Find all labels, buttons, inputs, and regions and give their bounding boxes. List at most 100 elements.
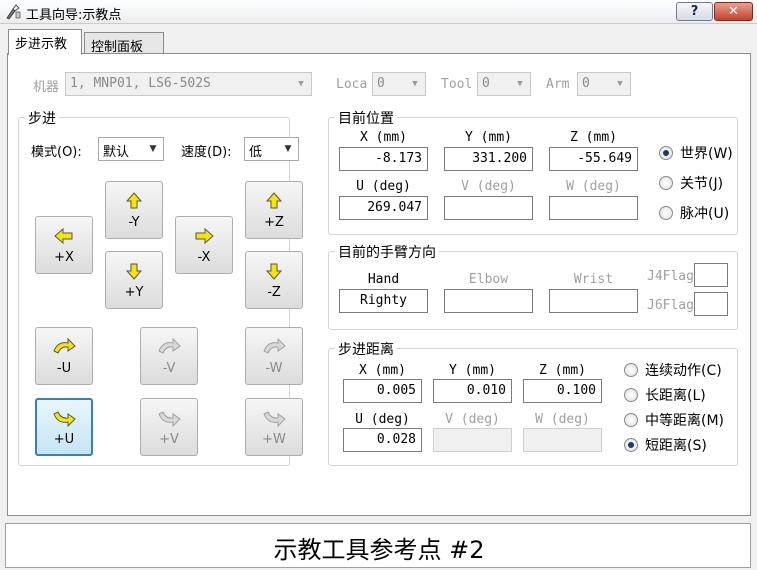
jog-group-title: 步进 (25, 108, 59, 128)
mode-select[interactable]: 默认 ▼ (98, 137, 164, 161)
wrist-label: Wrist (573, 272, 614, 287)
chevron-down-icon: ▼ (284, 144, 292, 154)
tool-wizard-icon (6, 4, 21, 20)
coord-world-radio[interactable]: 世界(W) (659, 143, 733, 163)
coord-joint-radio[interactable]: 关节(J) (659, 173, 723, 193)
radio-selected-icon (624, 438, 638, 452)
j6flag-label: J6Flag (647, 298, 694, 313)
jog-plus-w-button[interactable]: +W (245, 398, 303, 456)
arrow-down-icon (265, 263, 283, 280)
chevron-down-icon: ▼ (298, 79, 304, 89)
speed-label: 速度(D): (181, 145, 232, 160)
arrow-down-icon (125, 263, 143, 280)
robot-label: 机器 (33, 80, 60, 95)
distance-continuous-radio[interactable]: 连续动作(C) (624, 360, 722, 380)
rotate-arrow-icon (263, 410, 286, 427)
pos-y-label: Y (mm) (465, 130, 512, 145)
dist-y-input[interactable]: 0.010 (433, 379, 512, 403)
j4flag-label: J4Flag (647, 269, 694, 284)
tab-panel: 机器 1, MNP01, LS6-502S ▼ Loca 0 ▼ Tool 0 … (7, 53, 751, 516)
help-button[interactable]: ? (676, 2, 713, 21)
current-position-group: 目前位置 X (mm) Y (mm) Z (mm) -8.173 331.200… (328, 108, 738, 235)
robot-select-value: 1, MNP01, LS6-502S (70, 76, 211, 91)
dist-w-input (523, 428, 602, 452)
dist-y-label: Y (mm) (449, 363, 496, 378)
arrow-right-icon (195, 227, 214, 244)
chevron-down-icon: ▼ (149, 144, 157, 154)
radio-selected-icon (659, 146, 673, 160)
jog-minus-y-button[interactable]: -Y (105, 181, 163, 239)
jog-plus-x-button[interactable]: +X (35, 216, 93, 274)
pos-x-label: X (mm) (360, 130, 407, 145)
jog-plus-z-button[interactable]: +Z (245, 181, 303, 239)
rotate-arrow-icon (53, 410, 76, 427)
jog-group: 步进 模式(O): 默认 ▼ 速度(D): 低 ▼ -Y +Z +X -X +Y… (18, 108, 303, 466)
rotate-arrow-icon (158, 337, 181, 354)
pos-w-field (549, 196, 638, 220)
chevron-down-icon: ▼ (617, 79, 623, 89)
tool-select[interactable]: 0 ▼ (477, 72, 531, 96)
jog-plus-u-button[interactable]: +U (35, 398, 93, 456)
distance-medium-radio[interactable]: 中等距离(M) (624, 410, 724, 430)
elbow-label: Elbow (468, 272, 509, 287)
jog-minus-z-button[interactable]: -Z (245, 251, 303, 309)
jog-plus-y-button[interactable]: +Y (105, 251, 163, 309)
dist-w-label: W (deg) (535, 412, 590, 427)
distance-long-radio[interactable]: 长距离(L) (624, 385, 706, 405)
pos-z-field: -55.649 (549, 147, 638, 171)
tool-select-value: 0 (482, 76, 490, 91)
dist-z-input[interactable]: 0.100 (523, 379, 602, 403)
arm-orientation-title: 目前的手臂方向 (335, 242, 439, 262)
dist-v-input (433, 428, 512, 452)
jog-minus-w-button[interactable]: -W (245, 327, 303, 385)
jog-minus-x-button[interactable]: -X (175, 216, 233, 274)
dist-x-input[interactable]: 0.005 (343, 379, 422, 403)
dist-v-label: V (deg) (445, 412, 500, 427)
window-title: 工具向导:示教点 (26, 8, 122, 23)
instruction-panel: 示教工具参考点 #2 (5, 523, 751, 568)
chevron-down-icon: ▼ (412, 79, 418, 89)
hand-label: Hand (367, 272, 400, 287)
local-select-value: 0 (377, 76, 385, 91)
title-bar: 工具向导:示教点 ? ✕ (0, 0, 757, 24)
close-button[interactable]: ✕ (714, 2, 753, 21)
dist-u-input[interactable]: 0.028 (343, 428, 422, 452)
pos-v-field (444, 196, 533, 220)
rotate-arrow-icon (53, 337, 76, 354)
radio-icon (624, 363, 638, 377)
pos-v-label: V (deg) (461, 179, 516, 194)
local-select[interactable]: 0 ▼ (372, 72, 426, 96)
tab-jog-teach[interactable]: 步进示教 (8, 29, 82, 55)
arm-select-value: 0 (582, 76, 590, 91)
arrow-up-icon (265, 191, 283, 208)
mode-select-value: 默认 (103, 145, 130, 160)
arm-select[interactable]: 0 ▼ (577, 72, 631, 96)
dist-u-label: U (deg) (355, 412, 410, 427)
coord-pulse-radio[interactable]: 脉冲(U) (659, 203, 729, 223)
arrow-left-icon (54, 227, 73, 244)
radio-icon (659, 176, 673, 190)
chevron-down-icon: ▼ (517, 79, 523, 89)
j6flag-field (694, 292, 728, 316)
radio-icon (659, 206, 673, 220)
distance-short-radio[interactable]: 短距离(S) (624, 435, 707, 455)
dist-z-label: Z (mm) (539, 363, 586, 378)
rotate-arrow-icon (263, 337, 286, 354)
j4flag-field (694, 263, 728, 287)
arm-label: Arm (546, 77, 570, 92)
pos-u-label: U (deg) (356, 179, 411, 194)
tab-control-panel[interactable]: 控制面板 (84, 32, 164, 55)
pos-y-field: 331.200 (444, 147, 533, 171)
jog-distance-title: 步进距离 (335, 339, 397, 359)
robot-select[interactable]: 1, MNP01, LS6-502S ▼ (65, 72, 312, 96)
radio-icon (624, 413, 638, 427)
jog-plus-v-button[interactable]: +V (140, 398, 198, 456)
wrist-field (549, 289, 638, 313)
tool-label: Tool (441, 77, 473, 92)
jog-minus-v-button[interactable]: -V (140, 327, 198, 385)
pos-x-field: -8.173 (339, 147, 428, 171)
jog-minus-u-button[interactable]: -U (35, 327, 93, 385)
jog-distance-group: 步进距离 X (mm) Y (mm) Z (mm) 0.005 0.010 0.… (328, 339, 738, 466)
speed-select[interactable]: 低 ▼ (244, 137, 299, 161)
instruction-caption: 示教工具参考点 #2 (273, 536, 485, 564)
